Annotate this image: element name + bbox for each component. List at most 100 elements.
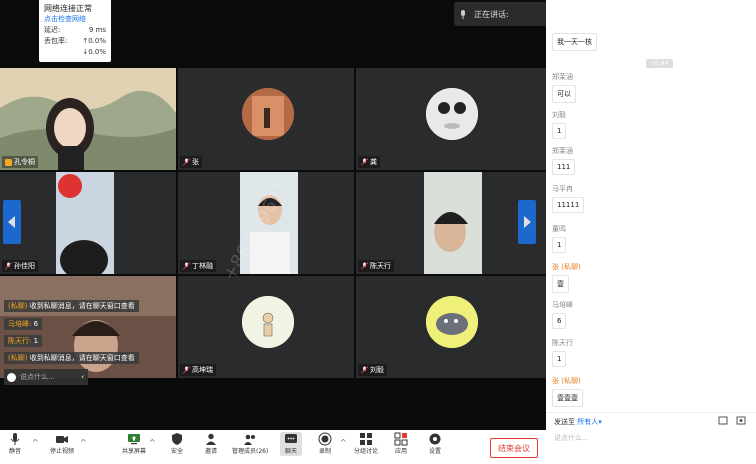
video-tile-1[interactable]: 孔令桐 (0, 68, 176, 170)
sender-name: 董鸣 (552, 225, 566, 233)
record-label: 录制 (318, 448, 331, 455)
overlay-chat-placeholder: 说点什么... (20, 373, 55, 381)
participant-label: 龚 (358, 156, 380, 168)
send-to-label: 发送至 (554, 418, 575, 426)
camera-feed-image (0, 172, 176, 274)
message-bubble: 我一天一核 (552, 33, 597, 51)
end-meeting-button[interactable]: 结束会议 (490, 438, 538, 458)
screenshot-icon[interactable] (736, 416, 746, 425)
avatar (426, 296, 478, 348)
chat-compose-area: 发送至 所有人▾ 说点什么... (546, 412, 756, 464)
gear-icon (429, 433, 441, 445)
latency-label: 延迟: (44, 26, 61, 34)
breakout-rooms-label: 分组讨论 (354, 448, 379, 455)
chat-timestamp: 16:44 (646, 59, 674, 68)
toast-text: 6 (33, 320, 39, 328)
participant-label: 孙佳阳 (2, 260, 38, 272)
breakout-rooms-button[interactable]: 分组讨论 (354, 432, 378, 455)
speaking-label: 正在讲话: (474, 9, 509, 19)
camera-feed-image (0, 68, 176, 170)
video-tile-8[interactable]: 高坤瑞 (178, 276, 354, 378)
sender-name: 陈天行 (552, 339, 573, 347)
sender-name: 刘毅 (552, 111, 566, 119)
record-button[interactable]: 录制 (318, 432, 332, 455)
network-status-title: 网络连接正常 (44, 4, 92, 13)
invite-user-icon (206, 433, 216, 445)
chat-message-input[interactable]: 说点什么... (554, 433, 589, 443)
manage-members-button[interactable]: 管理成员(26) (232, 432, 268, 455)
recipient-dropdown[interactable]: 所有人▾ (577, 418, 602, 426)
share-options-chevron-icon[interactable]: ^ (149, 438, 156, 447)
apps-grid-icon (394, 432, 408, 446)
chat-message: 董鸣 1 (552, 224, 567, 253)
invite-button[interactable]: 邀请 (204, 432, 218, 455)
emoji-icon[interactable] (7, 372, 16, 382)
muted-mic-icon (361, 262, 368, 270)
network-status-popup: 网络连接正常 点击检查网络 延迟: 9 ms 丢包率: ↑0.0% ↓0.0% (39, 0, 111, 62)
invite-label: 邀请 (204, 448, 217, 455)
toast-text: 收到私聊消息，请在聊天窗口查看 (29, 354, 135, 362)
apps-button[interactable]: 应用 (394, 432, 408, 455)
security-label: 安全 (170, 448, 183, 455)
chat-label: 聊天 (284, 448, 297, 455)
video-options-chevron-icon[interactable]: ^ (80, 438, 87, 447)
shield-icon (172, 433, 182, 445)
message-bubble: 壹壹壹 (552, 389, 583, 407)
video-stage: 孔令桐 张 龚 孙佳阳 丁林融 陈天行 高坤瑞 刘毅 +86 139615 (私… (0, 0, 600, 430)
file-icon[interactable] (718, 416, 728, 425)
share-screen-icon (128, 434, 140, 445)
toast-sender: 陈天行: (8, 337, 32, 345)
video-tile-9[interactable]: 刘毅 (356, 276, 546, 378)
chat-message: 刘毅 1 (552, 110, 567, 139)
chat-toast: (私聊) 收到私聊消息，请在聊天窗口查看 (4, 352, 139, 364)
toast-text: 1 (33, 337, 39, 345)
participant-name: 陈天行 (370, 262, 391, 270)
muted-mic-icon (5, 262, 12, 270)
muted-mic-icon (183, 158, 190, 166)
stop-video-button[interactable]: 停止视频 (50, 432, 74, 455)
overlay-chat-input[interactable]: 说点什么... ‹ (4, 369, 88, 385)
chat-toast: 陈天行: 1 (4, 335, 43, 347)
record-icon (318, 432, 332, 446)
mute-button[interactable]: 静音 (8, 432, 22, 455)
meeting-toolbar: 静音 ^ 停止视频 ^ 共享屏幕 ^ 安全 邀请 管理成员(26) 聊天 录制 … (0, 430, 546, 464)
stop-video-label: 停止视频 (50, 448, 75, 455)
avatar (242, 88, 294, 140)
share-screen-button[interactable]: 共享屏幕 (122, 432, 146, 455)
collapse-icon[interactable]: ‹ (81, 373, 84, 381)
chat-message: 郑茉涵 111 (552, 146, 576, 175)
video-tile-2[interactable]: 张 (178, 68, 354, 170)
record-options-chevron-icon[interactable]: ^ (340, 438, 347, 447)
muted-mic-icon (361, 158, 368, 166)
muted-mic-icon (183, 262, 190, 270)
toast-text: 收到私聊消息，请在聊天窗口查看 (29, 302, 135, 310)
breakout-rooms-icon (360, 433, 372, 445)
participant-label: 张 (180, 156, 202, 168)
message-bubble: 1 (552, 351, 567, 367)
check-network-link[interactable]: 点击检查网络 (44, 14, 106, 25)
previous-page-button[interactable] (3, 200, 21, 244)
chat-message: 马平冉 11111 (552, 184, 585, 213)
security-button[interactable]: 安全 (170, 432, 184, 455)
sender-name: 郑茉涵 (552, 147, 573, 155)
settings-button[interactable]: 设置 (428, 432, 442, 455)
microphone-icon (10, 433, 20, 445)
video-tile-4[interactable]: 孙佳阳 (0, 172, 176, 274)
latency-value: 9 ms (88, 26, 106, 34)
participant-label: 刘毅 (358, 364, 387, 376)
participant-label: 高坤瑞 (180, 364, 216, 376)
toast-sender: 马培峰: (8, 320, 32, 328)
chat-message: 张 (私聊) 壹壹壹 (552, 376, 583, 407)
loss-down-row: ↓0.0% (44, 47, 106, 58)
next-page-button[interactable] (518, 200, 536, 244)
message-bubble: 11111 (552, 197, 585, 213)
video-tile-3[interactable]: 龚 (356, 68, 546, 170)
chat-toast: (私聊) 收到私聊消息，请在聊天窗口查看 (4, 300, 139, 312)
host-mic-icon (5, 158, 12, 166)
mute-options-chevron-icon[interactable]: ^ (32, 438, 39, 447)
sender-name: 郑茉涵 (552, 73, 573, 81)
loss-down-value: ↓0.0% (82, 48, 106, 56)
participants-icon (244, 434, 256, 445)
chat-button[interactable]: 聊天 (280, 432, 302, 456)
participant-name: 高坤瑞 (192, 366, 213, 374)
